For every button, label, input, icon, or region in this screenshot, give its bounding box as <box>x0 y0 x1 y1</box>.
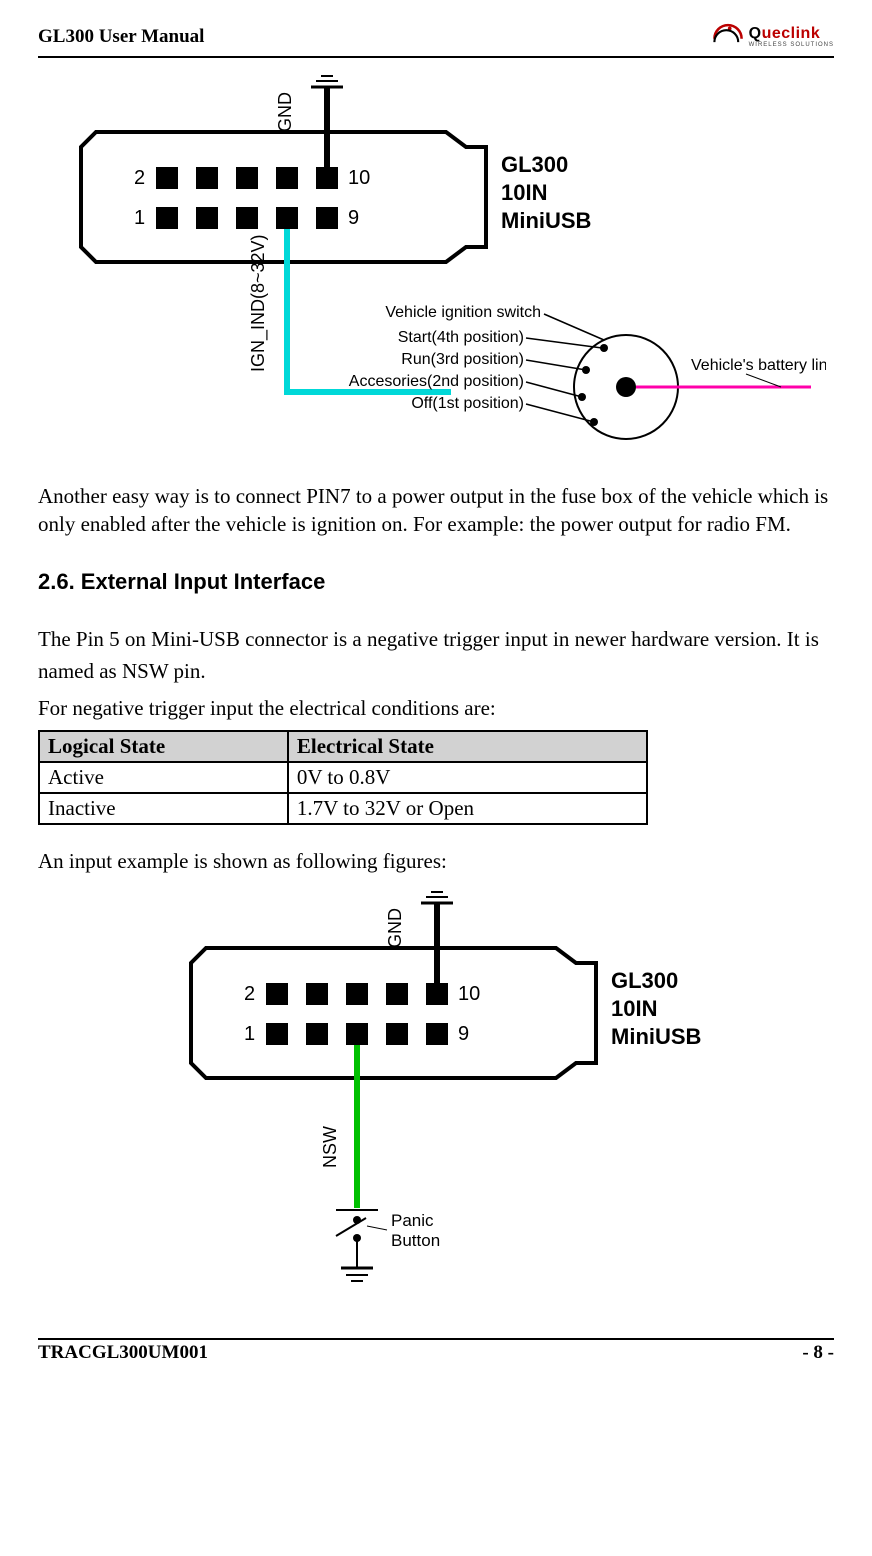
th-electrical-state: Electrical State <box>288 731 647 762</box>
device-label-3: MiniUSB <box>501 208 591 233</box>
pin-1-label: 1 <box>244 1023 255 1045</box>
device-label-1: GL300 <box>501 152 568 177</box>
table-row: Inactive 1.7V to 32V or Open <box>39 793 647 824</box>
brand-logo: Queclink WIRELESS SOLUTIONS <box>711 20 834 54</box>
pin-10-label: 10 <box>348 167 370 189</box>
document-title: GL300 User Manual <box>38 26 204 48</box>
table-header-row: Logical State Electrical State <box>39 731 647 762</box>
figure-nsw-wiring: 2 1 10 9 GND NSW Panic Button <box>38 888 834 1308</box>
th-logical-state: Logical State <box>39 731 288 762</box>
conditions-table: Logical State Electrical State Active 0V… <box>38 730 648 825</box>
pos1-label: Off(1st position) <box>411 395 524 412</box>
table-row: Active 0V to 0.8V <box>39 762 647 793</box>
paragraph-pin7: Another easy way is to connect PIN7 to a… <box>38 482 834 539</box>
pos2-label: Accesories(2nd position) <box>349 373 524 390</box>
device-label-3: MiniUSB <box>611 1024 701 1049</box>
device-label-1: GL300 <box>611 968 678 993</box>
brand-name: Queclink <box>749 26 834 42</box>
document-id: TRACGL300UM001 <box>38 1342 208 1364</box>
pos4-label: Start(4th position) <box>398 329 524 346</box>
pin-9-label: 9 <box>458 1023 469 1045</box>
brand-tagline: WIRELESS SOLUTIONS <box>749 42 834 48</box>
figure-ignition-wiring: 2 1 10 9 GND IGN_IND(8~32V) GL300 10IN M… <box>38 72 834 452</box>
paragraph-conditions-lead: For negative trigger input the electrica… <box>38 692 834 725</box>
panic-label-1: Panic <box>391 1211 434 1230</box>
logo-arc-icon <box>711 20 745 54</box>
pin-2-label: 2 <box>134 167 145 189</box>
pin-9-label: 9 <box>348 207 359 229</box>
ign-label: IGN_IND(8~32V) <box>248 234 269 372</box>
td-active-range: 0V to 0.8V <box>288 762 647 793</box>
paragraph-example-lead: An input example is shown as following f… <box>38 845 834 878</box>
paragraph-nsw-intro: The Pin 5 on Mini-USB connector is a neg… <box>38 623 834 688</box>
pin-2-label: 2 <box>244 983 255 1005</box>
gnd-label: GND <box>275 92 295 132</box>
td-active: Active <box>39 762 288 793</box>
pos3-label: Run(3rd position) <box>401 351 524 368</box>
section-heading: 2.6. External Input Interface <box>38 569 834 595</box>
nsw-label: NSW <box>320 1126 340 1168</box>
td-inactive: Inactive <box>39 793 288 824</box>
page: GL300 User Manual Queclink WIRELESS SOLU… <box>0 0 872 1556</box>
battery-label: Vehicle's battery line <box>691 357 826 374</box>
td-inactive-range: 1.7V to 32V or Open <box>288 793 647 824</box>
device-label-2: 10IN <box>501 180 547 205</box>
pin-1-label: 1 <box>134 207 145 229</box>
page-number: - 8 - <box>802 1342 834 1364</box>
page-footer: TRACGL300UM001 - 8 - <box>38 1338 834 1364</box>
page-header: GL300 User Manual Queclink WIRELESS SOLU… <box>38 20 834 58</box>
pin-10-label: 10 <box>458 983 480 1005</box>
gnd-label: GND <box>385 908 405 948</box>
device-label-2: 10IN <box>611 996 657 1021</box>
panic-label-2: Button <box>391 1231 440 1250</box>
switch-title: Vehicle ignition switch <box>385 304 541 321</box>
